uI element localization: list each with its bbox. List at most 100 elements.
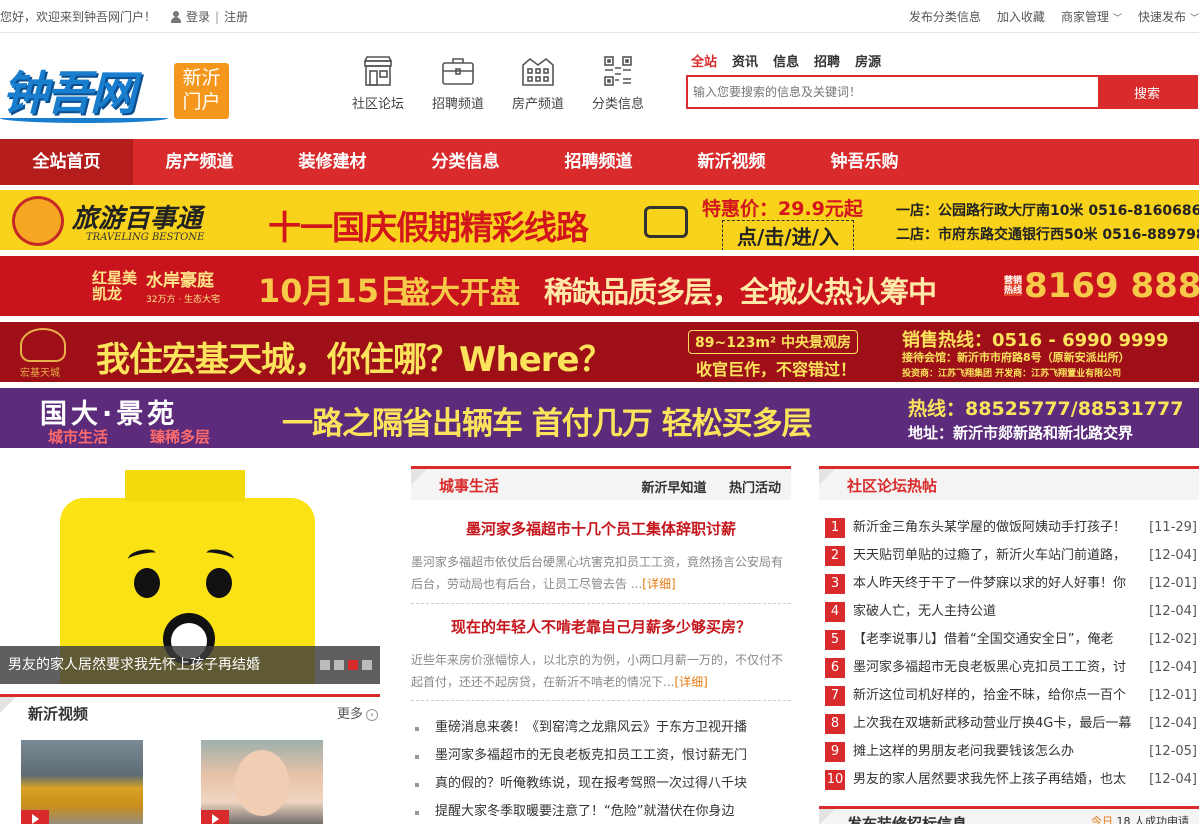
list-item[interactable]: 真的假的？听俺教练说，现在报考驾照一次过得八千块 [411,770,791,798]
forum-item[interactable]: 3 本人昨天终于干了一件梦寐以求的好人好事！你 [12-01] [825,570,1197,598]
right-eye [206,568,232,598]
forum-item[interactable]: 6 墨河家多福超市无良老板黑心克扣员工工资，讨 [12-04] [825,654,1197,682]
applicant-suffix: 人成功申请 [1134,815,1189,824]
channel-jobs-label: 招聘频道 [431,97,484,112]
travel-banner[interactable]: 旅游百事通 TRAVELING BESTONE 十一国庆假期精彩线路 特惠价：2… [0,190,1199,250]
rank-badge: 6 [825,658,845,678]
login-link[interactable]: 登录 [186,8,210,25]
search-tab-news[interactable]: 资讯 [732,51,758,73]
search-tab-jobs[interactable]: 招聘 [814,51,840,73]
forum-item-date: [12-02] [1149,632,1197,647]
left-brow [127,547,157,565]
forum-item[interactable]: 7 新沂这位司机好样的，拾金不昧，给你点一百个 [12-01] [825,682,1197,710]
list-item[interactable]: 重磅消息来袭！《到窑湾之龙鼎风云》于东方卫视开播 [411,714,791,742]
rank-badge: 2 [825,546,845,566]
forum-item-date: [12-04] [1149,548,1197,563]
search-tab-housing[interactable]: 房源 [855,51,881,73]
channel-realestate[interactable]: 房产频道 [498,55,578,112]
channel-jobs[interactable]: 招聘频道 [418,55,498,112]
slider-dot[interactable] [320,660,330,670]
nav-shop[interactable]: 钟吾乐购 [798,139,931,185]
forum-item-date: [12-04] [1149,772,1197,787]
featured-slider[interactable]: 男友的家人居然要求我先怀上孩子再结婚 [0,470,380,684]
nav-jobs[interactable]: 招聘频道 [532,139,665,185]
channel-classified-label: 分类信息 [591,97,644,112]
redstar-banner[interactable]: 红星美凯龙 水岸豪庭 32万方 · 生态大宅 10月15日 盛大开盘 稀缺品质多… [0,256,1199,316]
article-2-title[interactable]: 现在的年轻人不啃老靠自己月薪多少够买房？ [411,616,791,637]
guoda-banner[interactable]: 国大·景苑 城市生活 臻稀多层 一路之隔省出辆车 首付几万 轻松买多层 热线：8… [0,388,1199,448]
article-1-title[interactable]: 墨河家多福超市十几个员工集体辞职讨薪 [411,518,791,539]
slider-caption[interactable]: 男友的家人居然要求我先怀上孩子再结婚 [0,646,380,684]
welcome-text: 您好，欢迎来到钟吾网门户！ [0,10,157,24]
corner-decoration [819,809,835,824]
rank-badge: 1 [825,518,845,538]
hongji-banner[interactable]: 宏基天城 我住宏基天城，你住哪？Where？ 89~123m² 中央景观房 收官… [0,322,1199,382]
qr-grid-icon [604,56,632,86]
forum-item[interactable]: 10 男友的家人居然要求我先怀上孩子再结婚，也太 [12-04] [825,766,1197,794]
forum-item-title: 天天贴罚单贴的过瘾了，新沂火车站门前道路， [853,548,1127,563]
slider-dot[interactable] [362,660,372,670]
add-favorite-link[interactable]: 加入收藏 [997,8,1045,25]
channel-classified[interactable]: 分类信息 [578,55,658,112]
site-logo[interactable]: 钟吾网 [0,57,170,127]
decoration-bid-title[interactable]: 发布装修招标信息 [847,813,967,824]
forum-item-date: [12-04] [1149,716,1197,731]
redstar-date: 10月15日 [258,272,412,310]
article-1-detail-link[interactable]: [详细] [642,577,675,591]
nav-home[interactable]: 全站首页 [0,139,133,185]
search-input[interactable] [688,77,1098,107]
guoda-tag1: 城市生活 [48,428,109,446]
video-more-link[interactable]: 更多 › [337,703,378,722]
channel-forum[interactable]: 社区论坛 [338,55,418,112]
rank-badge: 7 [825,686,845,706]
rank-badge: 4 [825,602,845,622]
city-life-title[interactable]: 城事生活 [439,475,499,496]
nav-classified[interactable]: 分类信息 [399,139,532,185]
forum-item[interactable]: 9 摊上这样的男朋友老问我要钱该怎么办 [12-05] [825,738,1197,766]
lego-stud [125,470,245,502]
quick-post-menu[interactable]: 快速发布 ﹀ [1138,8,1199,25]
post-classified-link[interactable]: 发布分类信息 [909,8,981,25]
forum-item[interactable]: 4 家破人亡，无人主持公道 [12-04] [825,598,1197,626]
forum-item-title: 摊上这样的男朋友老问我要钱该怎么办 [853,744,1075,759]
forum-hot-title[interactable]: 社区论坛热帖 [847,475,937,496]
redstar-open: 盛大开盘 [400,276,520,311]
forum-item[interactable]: 1 新沂金三角东头某学屋的做饭阿姨动手打孩子！ [11-29] [825,514,1197,542]
nav-decoration[interactable]: 装修建材 [266,139,399,185]
forum-item-date: [12-01] [1149,688,1197,703]
rank-badge: 10 [825,770,845,790]
travel-cta[interactable]: 点/击/进/入 [722,220,854,250]
slider-dot[interactable] [334,660,344,670]
article-2-detail-link[interactable]: [详细] [674,675,707,689]
search-tab-all[interactable]: 全站 [691,51,717,73]
login-divider: | [215,9,220,24]
search-area: 全站 资讯 信息 招聘 房源 搜索 [686,51,1198,109]
play-icon [201,810,229,824]
rank-badge: 3 [825,574,845,594]
hongji-sub: 收官巨作，不容错过！ [696,360,857,379]
news-list: 重磅消息来袭！《到窑湾之龙鼎风云》于东方卫视开播 墨河家多福超市的无良老板克扣员… [411,714,791,824]
chevron-down-icon: ﹀ [1112,14,1122,24]
forum-item[interactable]: 2 天天贴罚单贴的过瘾了，新沂火车站门前道路， [12-04] [825,542,1197,570]
search-tab-info[interactable]: 信息 [773,51,799,73]
nav-realestate[interactable]: 房产频道 [133,139,266,185]
register-link[interactable]: 注册 [224,8,248,25]
video-thumb-1[interactable] [21,740,143,824]
video-thumb-2[interactable] [201,740,323,824]
forum-item[interactable]: 8 上次我在双塘新武移动营业厅换4G卡，最后一幕 [12-04] [825,710,1197,738]
forum-item[interactable]: 5 【老李说事儿】借着“全国交通安全日”，俺老 [12-02] [825,626,1197,654]
forum-item-title: 家破人亡，无人主持公道 [853,604,997,619]
main-nav: 全站首页 房产频道 装修建材 分类信息 招聘频道 新沂视频 钟吾乐购 [0,139,1199,185]
nav-video[interactable]: 新沂视频 [665,139,798,185]
forum-item-title: 男友的家人居然要求我先怀上孩子再结婚，也太 [853,772,1127,787]
applicant-count: 18 [1116,815,1131,824]
logo-badge-line1: 新沂 [182,67,221,89]
search-button[interactable]: 搜索 [1098,77,1196,107]
slider-dot-active[interactable] [348,660,358,670]
merchant-menu[interactable]: 商家管理 ﹀ [1061,8,1122,25]
subtab-hot-events[interactable]: 热门活动 [729,481,781,496]
subtab-morning-news[interactable]: 新沂早知道 [641,481,706,496]
list-item[interactable]: 墨河家多福超市的无良老板克扣员工工资，恨讨薪无门 [411,742,791,770]
list-item[interactable]: 提醒大家冬季取暖要注意了！“危险”就潜伏在你身边 [411,798,791,824]
forum-item-date: [12-04] [1149,604,1197,619]
